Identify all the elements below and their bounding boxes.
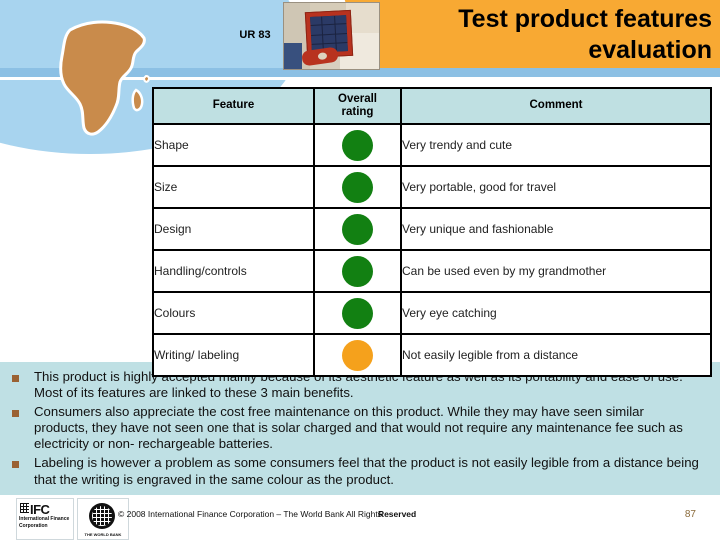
cell-comment: Not easily legible from a distance <box>400 333 712 377</box>
ifc-logo-icon: IFC International Finance Corporation <box>16 498 74 540</box>
photo-background-object <box>284 43 302 69</box>
cell-overall-rating <box>313 291 402 335</box>
column-header-overall-rating: Overall rating <box>313 87 402 125</box>
bullet-text: Consumers also appreciate the cost free … <box>34 404 683 452</box>
cell-feature: Handling/controls <box>152 249 315 293</box>
cell-feature: Size <box>152 165 315 209</box>
cell-overall-rating <box>313 165 402 209</box>
bullet-square-icon <box>12 410 19 418</box>
ifc-logo-mark-icon <box>20 503 29 513</box>
copyright-text: © 2008 International Finance Corporation… <box>118 509 382 519</box>
table-row: Size Very portable, good for travel <box>152 165 712 209</box>
bullet-text: Labeling is however a problem as some co… <box>34 455 699 487</box>
rating-dot-orange <box>342 339 373 371</box>
table-row: Design Very unique and fashionable <box>152 207 712 251</box>
summary-bullet-list: This product is highly accepted mainly b… <box>0 362 720 495</box>
cell-comment: Very unique and fashionable <box>400 207 712 251</box>
cell-overall-rating <box>313 249 402 293</box>
cell-overall-rating <box>313 123 402 167</box>
table-row: Colours Very eye catching <box>152 291 712 335</box>
cell-comment: Can be used even by my grandmother <box>400 249 712 293</box>
world-bank-logo-icon: THE WORLD BANK <box>77 498 129 540</box>
solar-panel-photo <box>283 2 380 70</box>
globe-icon <box>89 503 115 529</box>
copyright-overlap-text: Reserved <box>377 509 417 519</box>
table-row: Shape Very trendy and cute <box>152 123 712 167</box>
cell-comment: Very eye catching <box>400 291 712 335</box>
footer-logos: IFC International Finance Corporation TH… <box>16 498 129 540</box>
copyright-notice: © 2008 International Finance Corporation… <box>118 509 420 519</box>
bullet-square-icon <box>12 461 19 469</box>
cell-feature: Writing/ labeling <box>152 333 315 377</box>
column-header-rating-line2: rating <box>341 106 374 118</box>
rating-dot-green <box>342 171 373 203</box>
column-header-comment: Comment <box>400 87 712 125</box>
table-body: Shape Very trendy and cute Size Very portab… <box>152 123 712 377</box>
list-item: Labeling is however a problem as some co… <box>0 455 720 487</box>
cell-feature: Design <box>152 207 315 251</box>
feature-evaluation-table: Feature Overall rating Comment Shape Very… <box>152 87 712 377</box>
cell-overall-rating <box>313 207 402 251</box>
column-header-feature: Feature <box>152 87 315 125</box>
cell-comment: Very trendy and cute <box>400 123 712 167</box>
rating-dot-green <box>342 129 373 161</box>
page-title: Test product features evaluation <box>390 4 712 65</box>
table-row: Writing/ labeling Not easily legible from… <box>152 333 712 377</box>
cell-feature: Shape <box>152 123 315 167</box>
ifc-logo-subtitle: International Finance Corporation <box>19 516 70 529</box>
table-header-row: Feature Overall rating Comment <box>152 87 712 125</box>
column-header-rating-line1: Overall <box>338 92 377 105</box>
rating-dot-green <box>342 297 373 329</box>
cell-overall-rating <box>313 333 402 377</box>
cell-feature: Colours <box>152 291 315 335</box>
bullet-square-icon <box>12 375 19 382</box>
product-code-label: UR 83 <box>239 29 271 41</box>
ifc-logo-text: IFC <box>30 502 50 517</box>
page-title-line2: evaluation <box>588 35 712 64</box>
rating-dot-green <box>342 213 373 245</box>
world-bank-caption: THE WORLD BANK <box>84 532 122 537</box>
page-number: 87 <box>684 509 696 520</box>
rating-dot-green <box>342 255 373 287</box>
cell-comment: Very portable, good for travel <box>400 165 712 209</box>
slide-canvas: UR 83 Test product features evaluation F… <box>0 0 720 540</box>
table-row: Handling/controls Can be used even by my … <box>152 249 712 293</box>
list-item: Consumers also appreciate the cost free … <box>0 404 720 452</box>
page-title-line1: Test product features <box>458 5 712 33</box>
